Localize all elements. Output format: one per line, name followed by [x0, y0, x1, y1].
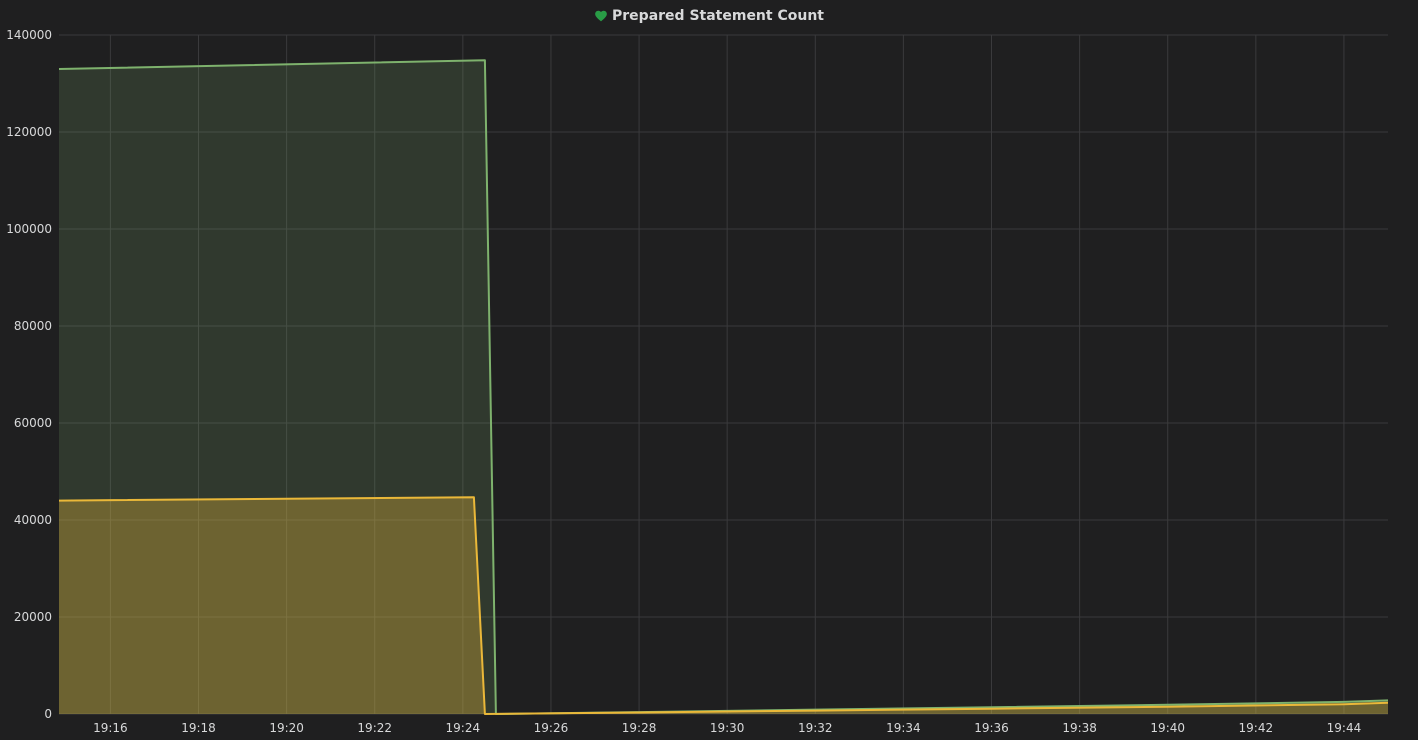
y-tick-label: 60000 — [14, 416, 52, 430]
x-tick-label: 19:44 — [1327, 721, 1362, 735]
y-tick-label: 0 — [44, 707, 52, 721]
x-tick-label: 19:34 — [886, 721, 921, 735]
x-tick-label: 19:38 — [1062, 721, 1097, 735]
graph-panel: Prepared Statement Count 0 20000 40000 6000… — [0, 0, 1418, 740]
x-tick-label: 19:24 — [446, 721, 481, 735]
x-tick-label: 19:18 — [181, 721, 216, 735]
y-tick-label: 140000 — [6, 28, 52, 42]
y-tick-label: 80000 — [14, 319, 52, 333]
x-tick-label: 19:30 — [710, 721, 745, 735]
chart: 0 20000 40000 60000 80000 100000 120000 140000 1… — [6, 28, 1389, 735]
x-tick-label: 19:20 — [269, 721, 304, 735]
x-tick-label: 19:28 — [622, 721, 657, 735]
y-tick-label: 120000 — [6, 125, 52, 139]
x-tick-label: 19:26 — [534, 721, 569, 735]
y-tick-label: 100000 — [6, 222, 52, 236]
y-tick-label: 40000 — [14, 513, 52, 527]
x-tick-label: 19:42 — [1239, 721, 1274, 735]
x-tick-label: 19:22 — [357, 721, 392, 735]
y-tick-label: 20000 — [14, 610, 52, 624]
x-tick-label: 19:16 — [93, 721, 128, 735]
series-1-area — [59, 497, 1388, 714]
x-tick-label: 19:36 — [974, 721, 1009, 735]
x-tick-label: 19:32 — [798, 721, 833, 735]
series-layer — [58, 59, 1389, 715]
x-tick-label: 19:40 — [1150, 721, 1185, 735]
